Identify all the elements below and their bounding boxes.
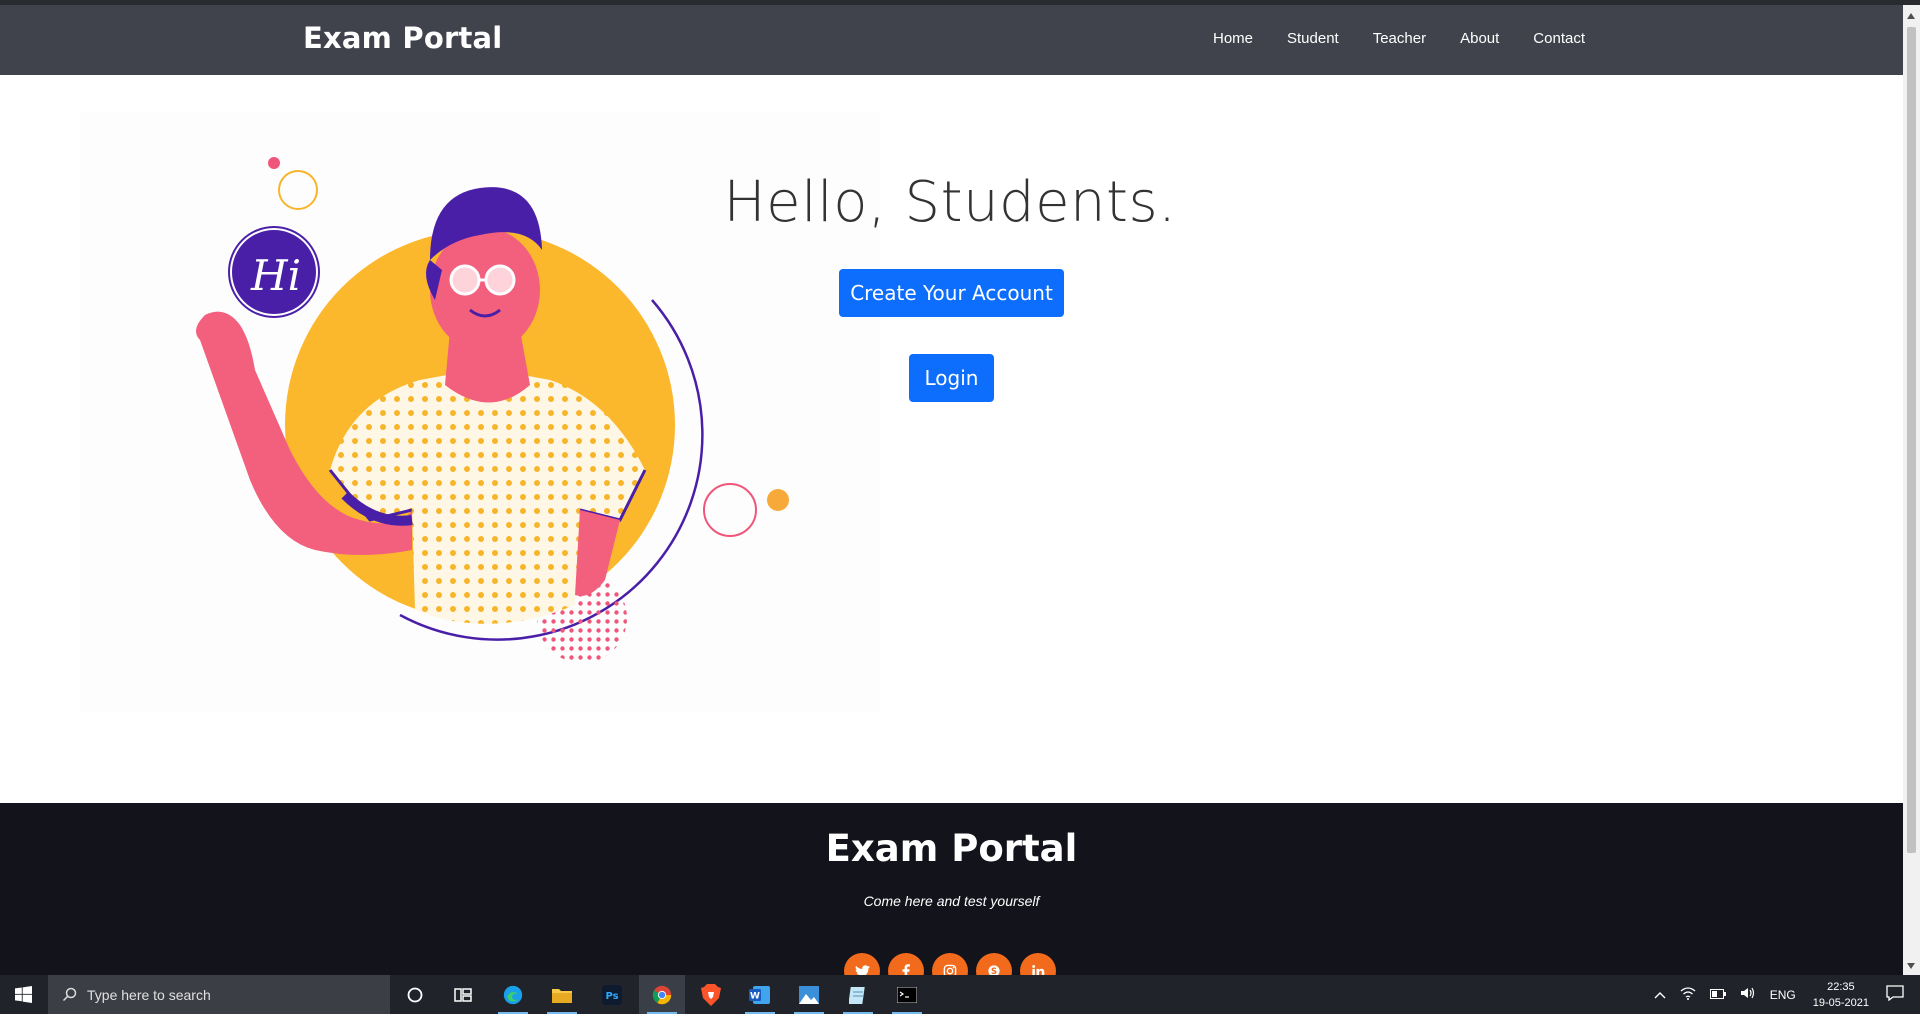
battery-icon[interactable] <box>1709 988 1726 1002</box>
taskbar-clock[interactable]: 22:35 19-05-2021 <box>1813 979 1869 1011</box>
cortana-icon[interactable] <box>392 975 438 1014</box>
nav-link-student[interactable]: Student <box>1287 30 1339 47</box>
scroll-up-icon[interactable] <box>1907 13 1915 19</box>
photoshop-icon[interactable]: Ps <box>589 975 635 1014</box>
clock-time: 22:35 <box>1827 980 1855 993</box>
wifi-icon[interactable] <box>1680 986 1696 1003</box>
brand-title[interactable]: Exam Portal <box>303 21 502 55</box>
svg-text:W: W <box>750 991 760 1001</box>
notification-icon[interactable] <box>1886 985 1904 1004</box>
photos-icon[interactable] <box>786 975 832 1014</box>
task-view-icon[interactable] <box>440 975 486 1014</box>
scroll-down-icon[interactable] <box>1907 963 1915 969</box>
notepad-icon[interactable] <box>835 975 881 1014</box>
nav-link-contact[interactable]: Contact <box>1533 30 1585 47</box>
chevron-up-icon[interactable] <box>1654 988 1666 1002</box>
file-explorer-icon[interactable] <box>539 975 585 1014</box>
terminal-icon[interactable] <box>884 975 930 1014</box>
svg-text:Ps: Ps <box>605 991 618 1002</box>
edge-icon[interactable] <box>490 975 536 1014</box>
search-placeholder: Type here to search <box>87 986 211 1003</box>
navbar: Exam Portal Home Student Teacher About C… <box>0 5 1903 75</box>
scroll-thumb[interactable] <box>1907 27 1916 853</box>
footer: Exam Portal Come here and test yourself … <box>0 803 1903 989</box>
hero-greeting: Hello, Students. <box>723 170 1177 235</box>
windows-taskbar: Type here to search Ps W ENG 22:35 19-05… <box>0 975 1920 1014</box>
nav-link-home[interactable]: Home <box>1213 30 1253 47</box>
nav-link-teacher[interactable]: Teacher <box>1373 30 1426 47</box>
word-icon[interactable]: W <box>737 975 783 1014</box>
hi-bubble-text: Hi <box>250 251 301 300</box>
system-tray: ENG 22:35 19-05-2021 <box>1647 975 1920 1014</box>
chrome-icon[interactable] <box>639 975 685 1014</box>
create-account-button[interactable]: Create Your Account <box>839 269 1064 317</box>
clock-date: 19-05-2021 <box>1812 996 1869 1009</box>
windows-start-icon[interactable] <box>0 975 46 1014</box>
nav-links: Home Student Teacher About Contact <box>1213 30 1585 47</box>
nav-link-about[interactable]: About <box>1460 30 1499 47</box>
volume-icon[interactable] <box>1740 986 1756 1003</box>
page-scrollbar[interactable] <box>1903 5 1920 975</box>
footer-title: Exam Portal <box>825 827 1078 870</box>
footer-tagline: Come here and test yourself <box>863 893 1040 909</box>
brave-icon[interactable] <box>688 975 734 1014</box>
language-indicator[interactable]: ENG <box>1770 988 1796 1002</box>
taskbar-search-input[interactable]: Type here to search <box>48 975 390 1014</box>
search-icon <box>62 987 77 1002</box>
login-button[interactable]: Login <box>909 354 994 402</box>
